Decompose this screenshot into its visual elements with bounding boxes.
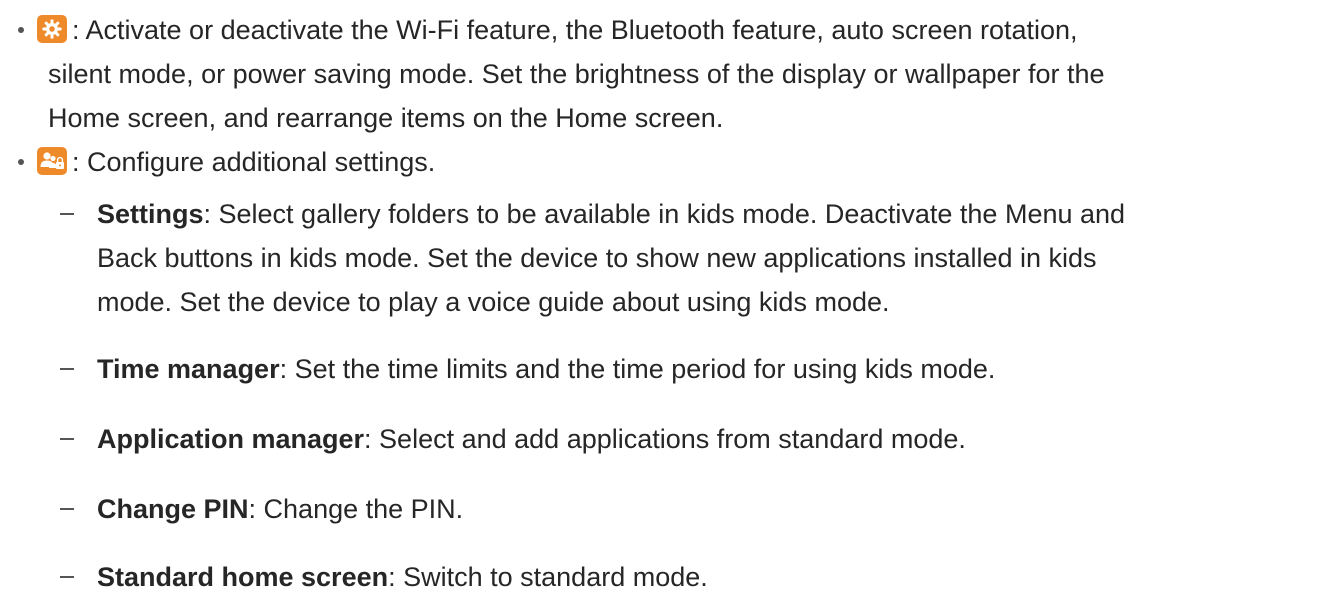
sub-bullet-dash: [60, 368, 74, 370]
sub-item-term: Application manager: [97, 424, 365, 454]
manual-page: : Activate or deactivate the Wi-Fi featu…: [0, 0, 1336, 607]
paragraph-line: Home screen, and rearrange items on the …: [48, 103, 724, 133]
sub-item-line: Back buttons in kids mode. Set the devic…: [97, 243, 1097, 273]
sub-item-term: Settings: [97, 199, 204, 229]
sub-item-text: : Set the time limits and the time perio…: [279, 354, 996, 384]
paragraph-line: : Activate or deactivate the Wi-Fi featu…: [72, 15, 1078, 45]
sub-bullet-dash: [60, 213, 74, 215]
paragraph-line: silent mode, or power saving mode. Set t…: [48, 59, 1105, 89]
sub-bullet-dash: [60, 508, 74, 510]
paragraph-line: : Configure additional settings.: [72, 147, 436, 177]
sub-bullet-dash: [60, 438, 74, 440]
gear-icon: [37, 15, 67, 43]
sub-item-text: : Select and add applications from stand…: [364, 424, 966, 454]
sub-item-line: mode. Set the device to play a voice gui…: [97, 287, 890, 317]
bullet-dot: [18, 27, 24, 33]
sub-item-term: Standard home screen: [97, 562, 389, 592]
sub-bullet-dash: [60, 576, 74, 578]
sub-item-line: Change PIN: Change the PIN.: [97, 487, 463, 531]
sub-item-line: Settings: Select gallery folders to be a…: [97, 192, 1125, 236]
sub-item-term: Time manager: [97, 354, 280, 384]
sub-item-text: : Switch to standard mode.: [388, 562, 708, 592]
sub-item-term: Change PIN: [97, 494, 249, 524]
sub-item-text: : Change the PIN.: [248, 494, 464, 524]
sub-item-line: Application manager: Select and add appl…: [97, 417, 966, 461]
sub-item-text: : Select gallery folders to be available…: [203, 199, 1126, 229]
sub-item-line: Standard home screen: Switch to standard…: [97, 555, 708, 599]
parental-lock-icon: [37, 147, 67, 175]
sub-item-line: Time manager: Set the time limits and th…: [97, 347, 995, 391]
bullet-dot: [18, 159, 24, 165]
